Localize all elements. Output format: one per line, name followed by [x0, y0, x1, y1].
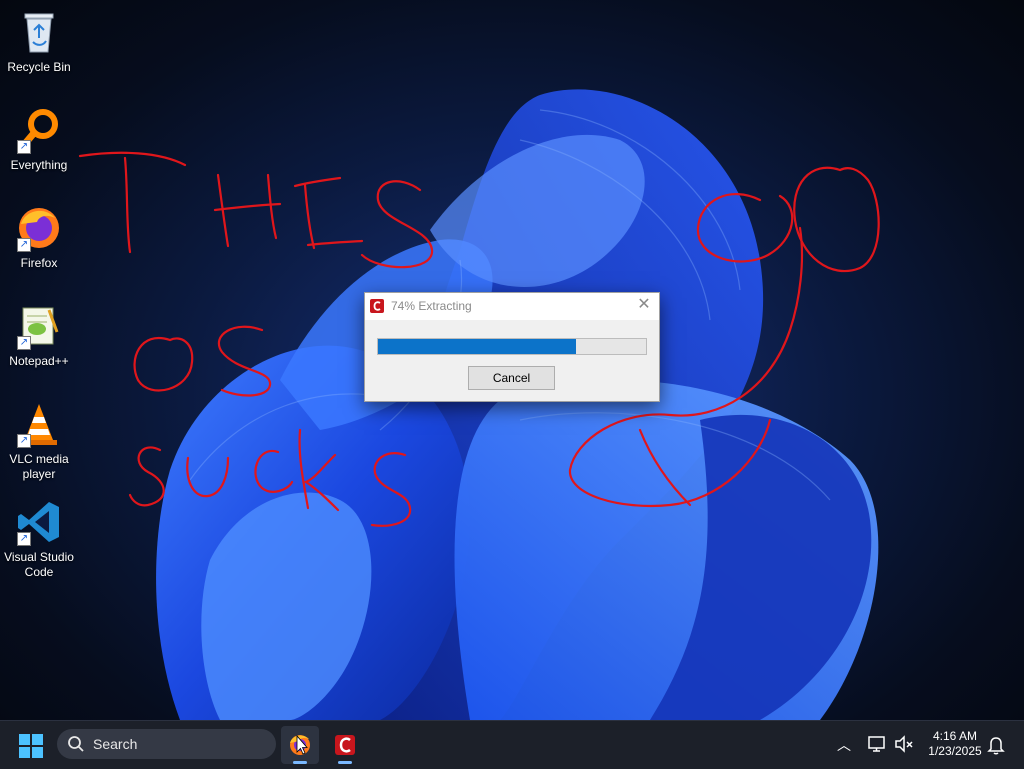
desktop-icon-label: Firefox	[20, 256, 58, 270]
desktop-icon-label: Everything	[10, 158, 68, 172]
extraction-progress-bar	[377, 338, 647, 355]
everything-search-icon: ↗	[15, 106, 63, 154]
desktop-icon-vscode[interactable]: ↗ Visual Studio Code	[2, 498, 76, 580]
vscode-icon: ↗	[15, 498, 63, 546]
desktop-icon-label: Visual Studio Code	[4, 550, 74, 579]
recycle-bin-icon	[15, 8, 63, 56]
network-icon[interactable]	[866, 734, 888, 754]
running-app-indicator	[338, 761, 352, 764]
desktop-icon-label: VLC media player	[9, 452, 69, 481]
desktop-icon-label: Recycle Bin	[7, 60, 71, 74]
desktop-icon-label: Notepad++	[9, 354, 69, 368]
desktop-icon-vlc[interactable]: ↗ VLC media player	[2, 400, 76, 482]
shortcut-arrow-icon: ↗	[17, 434, 31, 448]
notification-bell-icon[interactable]	[987, 735, 1005, 755]
active-app-indicator	[293, 761, 307, 764]
progress-fill	[378, 339, 577, 354]
volume-muted-icon[interactable]	[893, 734, 915, 754]
clock-time: 4:16 AM	[932, 729, 978, 743]
chevron-up-icon[interactable]: ︿	[835, 735, 853, 753]
desktop-icon-firefox[interactable]: ↗ Firefox	[2, 204, 76, 271]
ccleaner-app-icon	[335, 735, 355, 755]
taskbar-app-ccleaner[interactable]	[326, 726, 364, 764]
search-label: Search	[93, 736, 138, 752]
taskbar-app-firefox[interactable]	[281, 726, 319, 764]
extraction-progress-dialog[interactable]: 74% Extracting ✕ Cancel	[364, 292, 660, 402]
desktop-icon-everything[interactable]: ↗ Everything	[2, 106, 76, 173]
taskbar: Search ︿ 4:16 AM 1/23/2025	[0, 720, 1024, 769]
notepad-plus-plus-icon: ↗	[15, 302, 63, 350]
desktop[interactable]: Recycle Bin ↗ Everything ↗ Firefox ↗ Not…	[0, 0, 1024, 720]
shortcut-arrow-icon: ↗	[17, 336, 31, 350]
dialog-title: 74% Extracting	[391, 299, 472, 313]
vlc-icon: ↗	[15, 400, 63, 448]
dialog-titlebar[interactable]: 74% Extracting ✕	[365, 293, 659, 320]
shortcut-arrow-icon: ↗	[17, 140, 31, 154]
desktop-icon-notepad-plus-plus[interactable]: ↗ Notepad++	[2, 302, 76, 369]
taskbar-search-box[interactable]: Search	[57, 729, 276, 759]
ccleaner-app-icon	[370, 299, 384, 313]
clock-date: 1/23/2025	[928, 744, 982, 758]
cancel-button[interactable]: Cancel	[468, 366, 555, 390]
shortcut-arrow-icon: ↗	[17, 532, 31, 546]
search-icon	[67, 735, 85, 753]
windows-start-icon[interactable]	[18, 733, 44, 759]
close-icon[interactable]: ✕	[635, 296, 653, 314]
firefox-icon	[290, 734, 310, 755]
taskbar-clock[interactable]: 4:16 AM 1/23/2025	[920, 729, 990, 759]
shortcut-arrow-icon: ↗	[17, 238, 31, 252]
desktop-icon-recycle-bin[interactable]: Recycle Bin	[2, 8, 76, 75]
firefox-icon: ↗	[15, 204, 63, 252]
